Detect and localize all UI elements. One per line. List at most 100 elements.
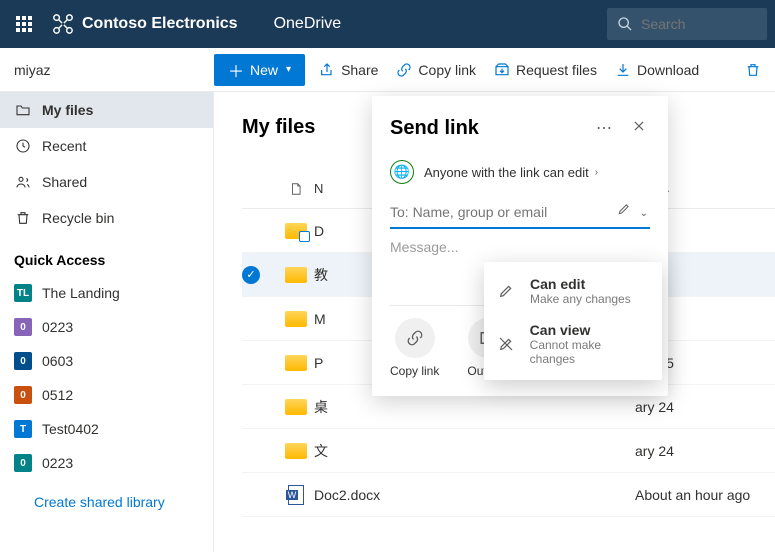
org-name: Contoso Electronics bbox=[82, 15, 238, 33]
app-name[interactable]: OneDrive bbox=[274, 15, 342, 33]
file-name[interactable]: 文 bbox=[314, 441, 635, 461]
quick-access-label: 0603 bbox=[42, 353, 73, 369]
drone-icon bbox=[52, 13, 74, 35]
suite-header: Contoso Electronics OneDrive bbox=[0, 0, 775, 48]
copy-link-label: Copy link bbox=[418, 62, 476, 78]
permission-title: Can edit bbox=[530, 276, 631, 292]
quick-access-label: 0223 bbox=[42, 319, 73, 335]
more-options-button[interactable]: ⋯ bbox=[592, 114, 616, 142]
globe-icon: 🌐 bbox=[390, 160, 414, 184]
quick-access-item[interactable]: 0 0223 bbox=[0, 446, 213, 480]
quick-access-label: The Landing bbox=[42, 285, 120, 301]
pencil-icon bbox=[498, 276, 520, 306]
app-launcher-icon[interactable] bbox=[8, 8, 40, 40]
chevron-down-icon: ▾ bbox=[286, 64, 291, 75]
search-box[interactable] bbox=[607, 8, 767, 40]
close-button[interactable] bbox=[628, 115, 650, 142]
download-button[interactable]: Download bbox=[615, 62, 699, 78]
permission-dropdown: Can editMake any changes Can viewCannot … bbox=[484, 262, 662, 380]
nav-recycle-bin[interactable]: Recycle bin bbox=[0, 200, 213, 236]
site-tile-icon: T bbox=[14, 420, 32, 438]
search-icon bbox=[617, 16, 633, 32]
plus-icon: ＋ bbox=[228, 58, 244, 82]
quick-access-item[interactable]: 0 0603 bbox=[0, 344, 213, 378]
download-label: Download bbox=[637, 62, 699, 78]
table-row[interactable]: 文ary 24 bbox=[242, 429, 775, 473]
download-icon bbox=[615, 62, 631, 78]
table-row[interactable]: Doc2.docxAbout an hour ago bbox=[242, 473, 775, 517]
request-files-button[interactable]: Request files bbox=[494, 62, 597, 78]
permission-option-edit[interactable]: Can editMake any changes bbox=[484, 268, 662, 314]
quick-access-label: Test0402 bbox=[42, 421, 99, 437]
nav-my-files[interactable]: My files bbox=[0, 92, 213, 128]
site-tile-icon: 0 bbox=[14, 318, 32, 336]
folder-outline-icon bbox=[14, 102, 32, 118]
link-icon bbox=[406, 329, 424, 347]
nav-shared[interactable]: Shared bbox=[0, 164, 213, 200]
site-tile-icon: 0 bbox=[14, 454, 32, 472]
nav-label: Shared bbox=[42, 174, 87, 190]
create-shared-library-link[interactable]: Create shared library bbox=[0, 480, 213, 510]
close-icon bbox=[632, 119, 646, 133]
checkmark-icon[interactable]: ✓ bbox=[242, 266, 260, 284]
share-label: Share bbox=[341, 62, 378, 78]
chevron-down-icon: ⌄ bbox=[640, 208, 648, 219]
nav-label: Recycle bin bbox=[42, 210, 114, 226]
new-button-label: New bbox=[250, 62, 278, 78]
pencil-icon bbox=[617, 202, 631, 216]
request-files-icon bbox=[494, 62, 510, 78]
link-scope-label: Anyone with the link can edit bbox=[424, 165, 589, 180]
quick-access-heading: Quick Access bbox=[0, 236, 213, 276]
sidebar: My files Recent Shared Recycle bin Quick… bbox=[0, 92, 214, 552]
chevron-right-icon: › bbox=[595, 167, 598, 178]
copy-link-action[interactable]: Copy link bbox=[390, 318, 439, 378]
dialog-title: Send link bbox=[390, 117, 592, 140]
message-input[interactable]: Message... bbox=[390, 239, 650, 255]
file-modified: ary 24 bbox=[635, 399, 775, 415]
site-tile-icon: 0 bbox=[14, 352, 32, 370]
quick-access-item[interactable]: 0 0223 bbox=[0, 310, 213, 344]
file-name[interactable]: Doc2.docx bbox=[314, 487, 635, 503]
people-icon bbox=[14, 174, 32, 190]
folder-icon bbox=[285, 443, 307, 459]
permission-title: Can view bbox=[530, 322, 648, 338]
site-tile-icon: 0 bbox=[14, 386, 32, 404]
file-modified: About an hour ago bbox=[635, 487, 775, 503]
org-brand[interactable]: Contoso Electronics bbox=[52, 13, 238, 35]
recipients-input[interactable] bbox=[390, 204, 617, 220]
nav-label: Recent bbox=[42, 138, 86, 154]
user-label: miyaz bbox=[0, 62, 214, 78]
share-button[interactable]: Share bbox=[319, 62, 378, 78]
new-button[interactable]: ＋ New ▾ bbox=[214, 54, 305, 86]
quick-access-item[interactable]: 00512 bbox=[0, 378, 213, 412]
command-bar: miyaz ＋ New ▾ Share Copy link Request fi… bbox=[0, 48, 775, 92]
word-doc-icon bbox=[288, 485, 304, 505]
folder-icon bbox=[285, 355, 307, 371]
clock-icon bbox=[14, 138, 32, 154]
share-icon bbox=[319, 62, 335, 78]
shared-folder-icon bbox=[285, 223, 307, 239]
trash-icon bbox=[745, 62, 761, 78]
link-settings-button[interactable]: 🌐 Anyone with the link can edit › bbox=[390, 160, 650, 184]
quick-access-label: 0223 bbox=[42, 455, 73, 471]
quick-access-item[interactable]: T Test0402 bbox=[0, 412, 213, 446]
no-edit-icon bbox=[498, 322, 520, 366]
link-icon bbox=[396, 62, 412, 78]
copy-link-label: Copy link bbox=[390, 364, 439, 378]
permission-subtitle: Cannot make changes bbox=[530, 338, 648, 366]
permission-subtitle: Make any changes bbox=[530, 292, 631, 306]
file-name[interactable]: 桌 bbox=[314, 397, 635, 417]
permission-selector[interactable]: ⌄ bbox=[617, 202, 648, 221]
delete-button[interactable] bbox=[745, 62, 767, 78]
quick-access-item[interactable]: TL The Landing bbox=[0, 276, 213, 310]
nav-label: My files bbox=[42, 102, 93, 118]
copy-link-button[interactable]: Copy link bbox=[396, 62, 476, 78]
nav-recent[interactable]: Recent bbox=[0, 128, 213, 164]
search-input[interactable] bbox=[641, 16, 741, 32]
folder-icon bbox=[285, 311, 307, 327]
permission-option-view[interactable]: Can viewCannot make changes bbox=[484, 314, 662, 374]
folder-icon bbox=[285, 267, 307, 283]
file-modified: ary 24 bbox=[635, 443, 775, 459]
site-tile-icon: TL bbox=[14, 284, 32, 302]
file-icon bbox=[278, 180, 314, 198]
